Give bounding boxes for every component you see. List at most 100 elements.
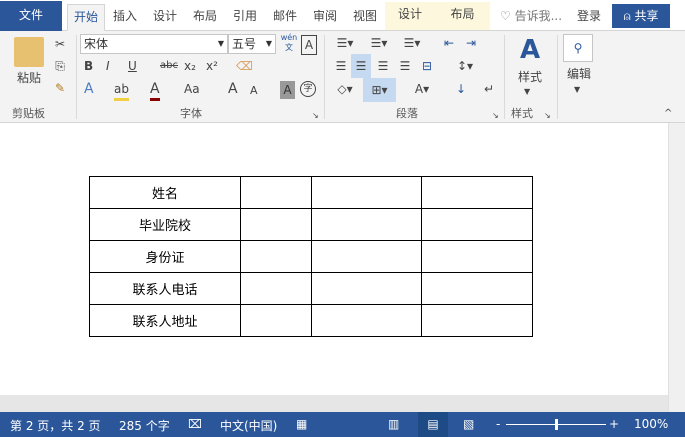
bold-button[interactable]: B bbox=[84, 57, 93, 75]
paste-icon[interactable] bbox=[14, 37, 44, 67]
read-mode-icon[interactable]: ▥ bbox=[388, 417, 399, 431]
strikethrough-button[interactable]: abc bbox=[160, 57, 178, 75]
chevron-down-icon: ▼ bbox=[574, 85, 581, 94]
italic-button[interactable]: I bbox=[106, 57, 110, 75]
tab-design[interactable]: 设计 bbox=[147, 4, 183, 31]
table-cell[interactable] bbox=[240, 176, 312, 209]
macro-icon[interactable]: ▦ bbox=[296, 417, 307, 431]
lightbulb-icon: ♡ bbox=[499, 9, 511, 23]
zoom-in-button[interactable]: + bbox=[609, 417, 619, 431]
tab-layout[interactable]: 布局 bbox=[187, 4, 223, 31]
highlight-icon[interactable]: ab bbox=[114, 80, 129, 101]
table-cell[interactable] bbox=[240, 272, 312, 305]
table-cell[interactable] bbox=[240, 240, 312, 273]
font-size-select[interactable]: 五号 ▼ bbox=[228, 34, 276, 54]
share-button[interactable]: ⍝ 共享 bbox=[612, 4, 670, 28]
align-left-icon[interactable]: ☰ bbox=[332, 57, 350, 75]
tell-me-search[interactable]: ♡ 告诉我... bbox=[497, 4, 565, 31]
table-row: 毕业院校 bbox=[89, 208, 533, 241]
tab-mailings[interactable]: 邮件 bbox=[267, 4, 303, 31]
table-cell[interactable]: 身份证 bbox=[89, 240, 241, 273]
table-cell[interactable] bbox=[421, 240, 533, 273]
distributed-icon[interactable]: ⊟ bbox=[418, 57, 436, 75]
table-cell[interactable] bbox=[311, 272, 422, 305]
table-cell[interactable]: 姓名 bbox=[89, 176, 241, 209]
tab-home[interactable]: 开始 bbox=[67, 4, 105, 31]
vertical-scrollbar[interactable] bbox=[668, 123, 685, 412]
collapse-ribbon-icon[interactable]: ^ bbox=[664, 105, 672, 123]
justify-icon[interactable]: ☰ bbox=[396, 57, 414, 75]
table-cell[interactable] bbox=[311, 208, 422, 241]
text-effects-icon[interactable]: A bbox=[84, 80, 94, 98]
proofing-icon[interactable]: ⌧ bbox=[188, 417, 202, 431]
copy-icon[interactable]: ⎘ bbox=[52, 57, 68, 75]
table-cell[interactable] bbox=[311, 304, 422, 337]
ribbon: 粘贴 ✂ ⎘ ✎ 剪贴板 宋体 ▼ 五号 ▼ wén 文 A B I U abc x… bbox=[0, 31, 685, 123]
change-case-button[interactable]: Aa bbox=[184, 80, 200, 98]
phonetic-guide-icon[interactable]: wén 文 bbox=[279, 33, 299, 53]
page-count[interactable]: 第 2 页，共 2 页 bbox=[10, 417, 101, 434]
superscript-button[interactable]: x² bbox=[206, 57, 218, 75]
tab-file[interactable]: 文件 bbox=[0, 1, 62, 31]
table-cell[interactable] bbox=[421, 272, 533, 305]
cut-icon[interactable]: ✂ bbox=[52, 35, 68, 53]
table-cell[interactable]: 毕业院校 bbox=[89, 208, 241, 241]
numbering-icon[interactable]: ☰▾ bbox=[366, 34, 392, 52]
table-cell[interactable] bbox=[421, 208, 533, 241]
table-cell[interactable]: 联系人电话 bbox=[89, 272, 241, 305]
table-row: 联系人电话 bbox=[89, 272, 533, 305]
tab-review[interactable]: 审阅 bbox=[307, 4, 343, 31]
line-spacing-icon[interactable]: ↕▾ bbox=[452, 57, 478, 75]
character-shading-icon[interactable]: A bbox=[280, 81, 295, 99]
multilevel-list-icon[interactable]: ☰▾ bbox=[398, 34, 426, 52]
table-cell[interactable] bbox=[311, 176, 422, 209]
table-cell[interactable] bbox=[421, 304, 533, 337]
zoom-slider-thumb[interactable] bbox=[555, 419, 558, 430]
tab-references[interactable]: 引用 bbox=[227, 4, 263, 31]
login-button[interactable]: 登录 bbox=[572, 4, 606, 31]
tab-insert[interactable]: 插入 bbox=[107, 4, 143, 31]
font-color-icon[interactable]: A bbox=[150, 80, 160, 101]
decrease-indent-icon[interactable]: ⇤ bbox=[440, 34, 458, 52]
chevron-down-icon: ▼ bbox=[524, 87, 531, 96]
character-border-icon[interactable]: A bbox=[301, 35, 317, 55]
format-painter-icon[interactable]: ✎ bbox=[52, 79, 68, 97]
table-cell[interactable] bbox=[240, 208, 312, 241]
web-layout-icon[interactable]: ▧ bbox=[463, 417, 474, 431]
paste-button[interactable]: 粘贴 bbox=[12, 69, 46, 87]
tab-table-design[interactable]: 设计 bbox=[385, 2, 435, 30]
search-icon[interactable]: ⚲ bbox=[563, 34, 593, 62]
zoom-level[interactable]: 100% bbox=[634, 417, 668, 431]
zoom-out-button[interactable]: - bbox=[496, 417, 500, 431]
table-cell[interactable] bbox=[240, 304, 312, 337]
underline-button[interactable]: U bbox=[128, 57, 137, 75]
increase-indent-icon[interactable]: ⇥ bbox=[462, 34, 480, 52]
table-cell[interactable] bbox=[311, 240, 422, 273]
divider bbox=[76, 35, 77, 119]
font-name-select[interactable]: 宋体 ▼ bbox=[80, 34, 228, 54]
asian-layout-icon[interactable]: A▾ bbox=[408, 80, 436, 98]
table-row: 联系人地址 bbox=[89, 304, 533, 337]
show-marks-icon[interactable]: ↵ bbox=[482, 80, 496, 98]
bullets-icon[interactable]: ☰▾ bbox=[332, 34, 358, 52]
table-row: 姓名 bbox=[89, 176, 533, 209]
tab-view[interactable]: 视图 bbox=[347, 4, 383, 31]
align-right-icon[interactable]: ☰ bbox=[374, 57, 392, 75]
print-layout-icon[interactable]: ▤ bbox=[418, 412, 448, 437]
clear-formatting-icon[interactable]: ⌫ bbox=[236, 57, 253, 75]
sort-icon[interactable]: ↓ bbox=[452, 80, 470, 98]
subscript-button[interactable]: x₂ bbox=[184, 57, 196, 75]
table-cell[interactable]: 联系人地址 bbox=[89, 304, 241, 337]
table-cell[interactable] bbox=[421, 176, 533, 209]
enclose-characters-icon[interactable]: 字 bbox=[300, 81, 316, 97]
language[interactable]: 中文(中国) bbox=[220, 417, 277, 434]
borders-icon[interactable]: ⊞▾ bbox=[363, 78, 396, 102]
tab-table-layout[interactable]: 布局 bbox=[435, 2, 490, 30]
shading-icon[interactable]: ◇▾ bbox=[332, 80, 358, 98]
group-paragraph-label: 段落 bbox=[396, 107, 418, 120]
shrink-font-button[interactable]: A bbox=[250, 82, 258, 100]
word-count[interactable]: 285 个字 bbox=[119, 417, 170, 434]
grow-font-button[interactable]: A bbox=[228, 80, 238, 98]
align-center-icon[interactable]: ☰ bbox=[351, 54, 371, 78]
styles-icon[interactable]: A bbox=[514, 35, 546, 65]
